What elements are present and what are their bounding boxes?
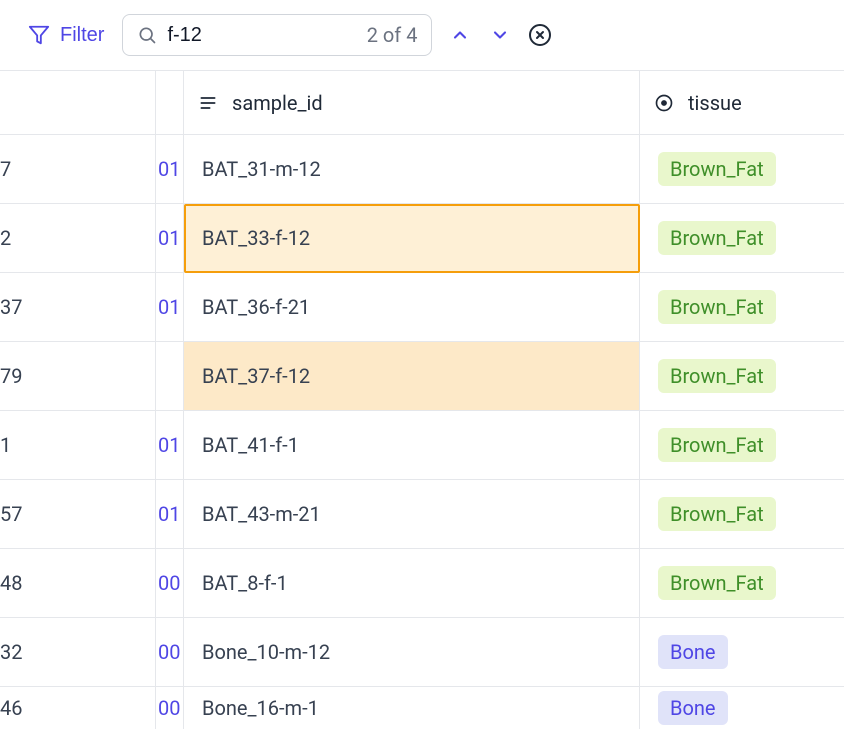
tissue-tag: Brown_Fat (658, 152, 776, 186)
tissue-tag: Brown_Fat (658, 221, 776, 255)
search-input[interactable] (167, 24, 356, 47)
cell-tissue[interactable]: Brown_Fat (640, 549, 844, 618)
cell-col2[interactable]: 01 (156, 135, 184, 204)
data-table: sample_id tissue 701BAT_31-m-12Brown_Fat… (0, 71, 844, 729)
cell-col2[interactable]: 01 (156, 411, 184, 480)
tissue-tag: Brown_Fat (658, 566, 776, 600)
header-cell-blank-1 (0, 71, 156, 135)
filter-icon (28, 24, 50, 46)
toolbar: Filter 2 of 4 (0, 0, 844, 71)
cell-tissue[interactable]: Bone (640, 618, 844, 687)
cell-col1[interactable]: 1 (0, 411, 156, 480)
cell-col1[interactable]: 46 (0, 687, 156, 729)
chevron-down-icon (490, 25, 510, 45)
search-prev-button[interactable] (450, 25, 470, 45)
cell-sample-id[interactable]: BAT_43-m-21 (184, 480, 640, 549)
cell-sample-id[interactable]: Bone_16-m-1 (184, 687, 640, 729)
cell-sample-id[interactable]: BAT_41-f-1 (184, 411, 640, 480)
header-cell-sample-id[interactable]: sample_id (184, 71, 640, 135)
cell-tissue[interactable]: Brown_Fat (640, 342, 844, 411)
search-next-button[interactable] (490, 25, 510, 45)
cell-col2[interactable]: 00 (156, 549, 184, 618)
cell-col2[interactable] (156, 342, 184, 411)
cell-col2[interactable]: 01 (156, 480, 184, 549)
tissue-tag: Brown_Fat (658, 428, 776, 462)
filter-label: Filter (60, 24, 104, 47)
search-result-count: 2 of 4 (367, 23, 418, 47)
cell-sample-id[interactable]: BAT_37-f-12 (184, 342, 640, 411)
header-cell-blank-2 (156, 71, 184, 135)
cell-sample-id[interactable]: Bone_10-m-12 (184, 618, 640, 687)
cell-sample-id[interactable]: BAT_8-f-1 (184, 549, 640, 618)
cell-sample-id[interactable]: BAT_31-m-12 (184, 135, 640, 204)
cell-tissue[interactable]: Brown_Fat (640, 135, 844, 204)
chevron-up-icon (450, 25, 470, 45)
cell-tissue[interactable]: Brown_Fat (640, 480, 844, 549)
search-box[interactable]: 2 of 4 (122, 14, 432, 56)
header-label-tissue: tissue (688, 91, 742, 115)
header-cell-tissue[interactable]: tissue (640, 71, 844, 135)
cell-col1[interactable]: 57 (0, 480, 156, 549)
filter-button[interactable]: Filter (28, 24, 104, 47)
text-column-icon (198, 93, 218, 113)
cell-tissue[interactable]: Brown_Fat (640, 273, 844, 342)
close-circle-icon (528, 23, 552, 47)
cell-col2[interactable]: 00 (156, 618, 184, 687)
tissue-tag: Brown_Fat (658, 497, 776, 531)
cell-tissue[interactable]: Brown_Fat (640, 411, 844, 480)
cell-col1[interactable]: 7 (0, 135, 156, 204)
tissue-tag: Brown_Fat (658, 359, 776, 393)
header-label-sample-id: sample_id (232, 91, 323, 115)
cell-col2[interactable]: 00 (156, 687, 184, 729)
category-column-icon (654, 93, 674, 113)
cell-col2[interactable]: 01 (156, 273, 184, 342)
cell-col1[interactable]: 2 (0, 204, 156, 273)
cell-sample-id[interactable]: BAT_33-f-12 (184, 204, 640, 273)
search-nav (450, 25, 510, 45)
cell-tissue[interactable]: Brown_Fat (640, 204, 844, 273)
close-search-button[interactable] (528, 23, 552, 47)
search-icon (137, 25, 157, 45)
cell-col2[interactable]: 01 (156, 204, 184, 273)
cell-sample-id[interactable]: BAT_36-f-21 (184, 273, 640, 342)
cell-col1[interactable]: 37 (0, 273, 156, 342)
cell-col1[interactable]: 48 (0, 549, 156, 618)
tissue-tag: Bone (658, 691, 728, 725)
cell-col1[interactable]: 79 (0, 342, 156, 411)
tissue-tag: Brown_Fat (658, 290, 776, 324)
cell-tissue[interactable]: Bone (640, 687, 844, 729)
cell-col1[interactable]: 32 (0, 618, 156, 687)
tissue-tag: Bone (658, 635, 728, 669)
